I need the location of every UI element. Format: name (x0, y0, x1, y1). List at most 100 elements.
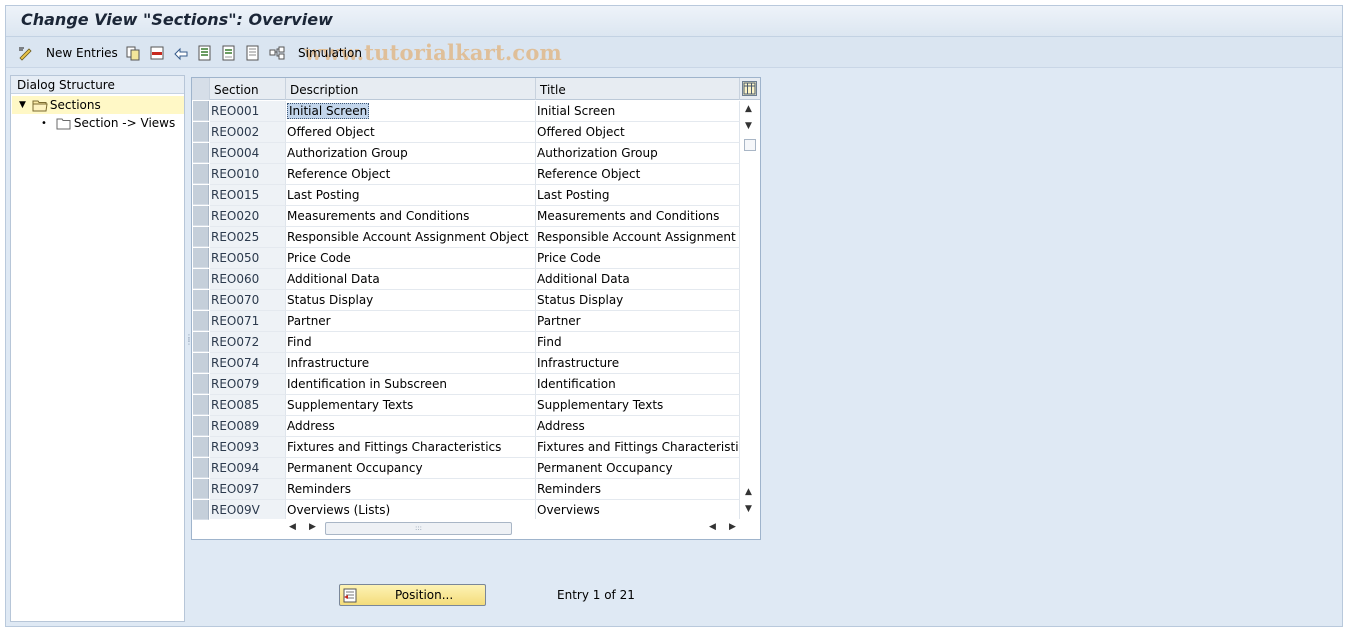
cell-description[interactable]: Address (286, 416, 536, 437)
row-selector[interactable] (193, 395, 209, 415)
table-row[interactable]: REO002 Offered Object Offered Object (192, 122, 742, 143)
column-header-description[interactable]: Description (286, 78, 536, 100)
table-row[interactable]: REO097 Reminders Reminders (192, 479, 742, 500)
row-selector[interactable] (193, 437, 209, 457)
cell-title[interactable]: Overviews (536, 500, 740, 521)
cell-description[interactable]: Fixtures and Fittings Characteristics (286, 437, 536, 458)
table-row[interactable]: REO020 Measurements and Conditions Measure… (192, 206, 742, 227)
cell-section[interactable]: REO079 (210, 374, 286, 395)
row-selector[interactable] (193, 479, 209, 499)
cell-section[interactable]: REO010 (210, 164, 286, 185)
cell-section[interactable]: REO074 (210, 353, 286, 374)
cell-title[interactable]: Fixtures and Fittings Characteristics (536, 437, 740, 458)
cell-title[interactable]: Responsible Account Assignment Obj (536, 227, 740, 248)
cell-section[interactable]: REO089 (210, 416, 286, 437)
scroll-left-end-icon[interactable]: ◀ (709, 522, 716, 532)
cell-description[interactable]: Partner (286, 311, 536, 332)
cell-section[interactable]: REO093 (210, 437, 286, 458)
cell-title[interactable]: Permanent Occupancy (536, 458, 740, 479)
table-row[interactable]: REO093 Fixtures and Fittings Characterist… (192, 437, 742, 458)
cell-section[interactable]: REO097 (210, 479, 286, 500)
row-selector[interactable] (193, 122, 209, 142)
cell-title[interactable]: Address (536, 416, 740, 437)
cell-section[interactable]: REO070 (210, 290, 286, 311)
row-selector[interactable] (193, 227, 209, 247)
cell-description[interactable]: Additional Data (286, 269, 536, 290)
row-selector[interactable] (193, 374, 209, 394)
display-change-button[interactable] (17, 44, 33, 61)
copy-as-button[interactable] (125, 44, 141, 61)
scroll-thumb[interactable] (744, 139, 756, 151)
vertical-scrollbar[interactable]: ▲ ▼ ▲ ▼ (741, 101, 759, 518)
scroll-thumb-horizontal[interactable]: ::: (325, 522, 512, 535)
table-row[interactable]: REO025 Responsible Account Assignment Obj… (192, 227, 742, 248)
cell-description[interactable]: Status Display (286, 290, 536, 311)
cell-title[interactable]: Last Posting (536, 185, 740, 206)
cell-section[interactable]: REO025 (210, 227, 286, 248)
cell-description[interactable]: Overviews (Lists) (286, 500, 536, 521)
cell-description[interactable]: Offered Object (286, 122, 536, 143)
row-selector[interactable] (193, 269, 209, 289)
cell-section[interactable]: REO015 (210, 185, 286, 206)
cell-title[interactable]: Price Code (536, 248, 740, 269)
table-row[interactable]: REO074 Infrastructure Infrastructure (192, 353, 742, 374)
row-selector[interactable] (193, 353, 209, 373)
table-row[interactable]: REO001 Initial Screen Initial Screen (192, 101, 742, 122)
select-all-rows-corner[interactable] (192, 78, 210, 100)
scroll-page-down-icon[interactable]: ▼ (745, 504, 752, 514)
delete-button[interactable] (149, 44, 165, 61)
cell-section[interactable]: REO071 (210, 311, 286, 332)
tree-item-sections[interactable]: ▼ Sections (12, 96, 184, 114)
position-button[interactable]: Position... (339, 584, 486, 606)
scroll-page-up-icon[interactable]: ▲ (745, 487, 752, 497)
cell-section[interactable]: REO094 (210, 458, 286, 479)
cell-description[interactable]: Infrastructure (286, 353, 536, 374)
cell-description[interactable]: Reminders (286, 479, 536, 500)
cell-section[interactable]: REO001 (210, 101, 286, 122)
scroll-right-icon[interactable]: ▶ (309, 522, 316, 532)
row-selector[interactable] (193, 164, 209, 184)
table-row[interactable]: REO072 Find Find (192, 332, 742, 353)
horizontal-scrollbar[interactable]: ◀ ▶ ::: ◀ ▶ (210, 519, 740, 537)
table-row[interactable]: REO085 Supplementary Texts Supplementary T… (192, 395, 742, 416)
cell-section[interactable]: REO09V (210, 500, 286, 521)
row-selector[interactable] (193, 458, 209, 478)
cell-title[interactable]: Measurements and Conditions (536, 206, 740, 227)
scroll-left-icon[interactable]: ◀ (289, 522, 296, 532)
cell-description[interactable]: Price Code (286, 248, 536, 269)
cell-description[interactable]: Responsible Account Assignment Object (286, 227, 536, 248)
row-selector[interactable] (193, 500, 209, 520)
cell-section[interactable]: REO085 (210, 395, 286, 416)
scroll-down-icon[interactable]: ▼ (745, 121, 752, 131)
table-row[interactable]: REO094 Permanent Occupancy Permanent Occup… (192, 458, 742, 479)
row-selector[interactable] (193, 206, 209, 226)
table-row[interactable]: REO079 Identification in Subscreen Identif… (192, 374, 742, 395)
select-block-button[interactable] (221, 44, 237, 61)
cell-description[interactable]: Reference Object (286, 164, 536, 185)
row-selector[interactable] (193, 143, 209, 163)
cell-title[interactable]: Authorization Group (536, 143, 740, 164)
cell-title[interactable]: Status Display (536, 290, 740, 311)
cell-title[interactable]: Initial Screen (536, 101, 740, 122)
cell-title[interactable]: Infrastructure (536, 353, 740, 374)
table-row[interactable]: REO004 Authorization Group Authorization G… (192, 143, 742, 164)
table-row[interactable]: REO089 Address Address (192, 416, 742, 437)
row-selector[interactable] (193, 311, 209, 331)
cell-section[interactable]: REO020 (210, 206, 286, 227)
cell-title[interactable]: Offered Object (536, 122, 740, 143)
undo-button[interactable] (173, 44, 189, 61)
table-row[interactable]: REO071 Partner Partner (192, 311, 742, 332)
cell-section[interactable]: REO050 (210, 248, 286, 269)
cell-description[interactable]: Supplementary Texts (286, 395, 536, 416)
row-selector[interactable] (193, 101, 209, 121)
expand-triangle-icon[interactable]: ▼ (19, 100, 26, 110)
tree-item-section-views[interactable]: • Section -> Views (12, 114, 184, 132)
column-header-title[interactable]: Title (536, 78, 740, 100)
table-row[interactable]: REO070 Status Display Status Display (192, 290, 742, 311)
table-row[interactable]: REO010 Reference Object Reference Object (192, 164, 742, 185)
cell-section[interactable]: REO072 (210, 332, 286, 353)
table-row[interactable]: REO09V Overviews (Lists) Overviews (192, 500, 742, 521)
cell-section[interactable]: REO004 (210, 143, 286, 164)
table-row[interactable]: REO015 Last Posting Last Posting (192, 185, 742, 206)
select-all-button[interactable] (197, 44, 213, 61)
